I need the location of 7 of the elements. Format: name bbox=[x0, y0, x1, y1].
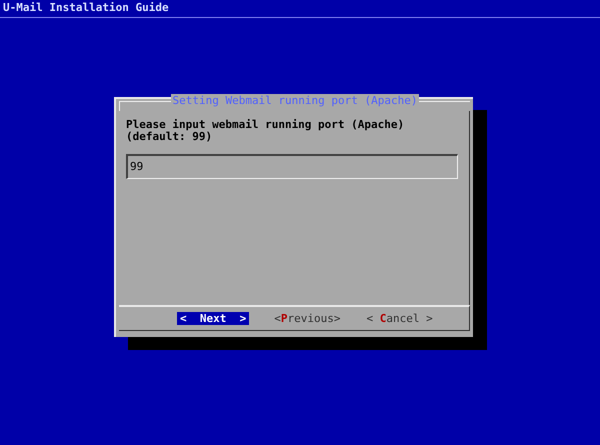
dialog-title: Setting Webmail running port (Apache) bbox=[171, 94, 419, 108]
dialog-button[interactable]: < Cancel > bbox=[365, 312, 434, 325]
dialog-button[interactable]: <P revious> bbox=[273, 312, 342, 325]
prompt-text: Please input webmail running port (Apache) (default: 99) bbox=[126, 119, 406, 143]
screen-title: U-Mail Installation Guide bbox=[3, 1, 169, 14]
port-input-field[interactable]: 99 bbox=[126, 154, 458, 179]
dialog-button[interactable]: < Next > bbox=[177, 312, 250, 325]
